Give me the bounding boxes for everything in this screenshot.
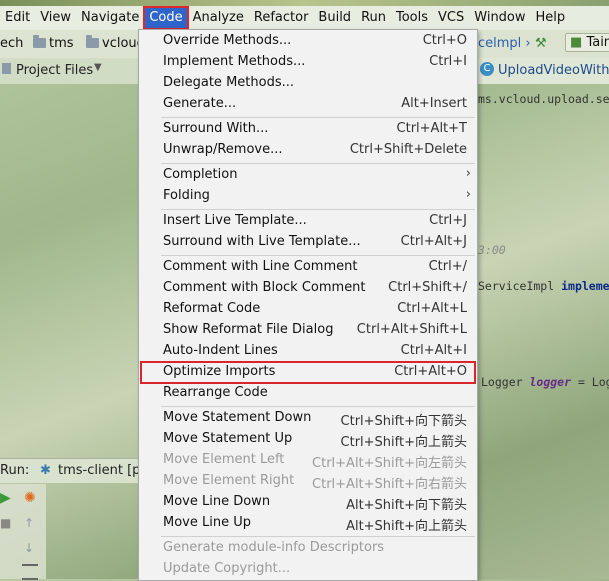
menu-item-folding[interactable]: Folding › <box>139 186 477 207</box>
menu-item-move-statement-down[interactable]: Move Statement Down Ctrl+Shift+向下箭头 <box>139 408 477 429</box>
menu-separator <box>161 117 475 118</box>
menu-item-move-line-down[interactable]: Move Line Down Alt+Shift+向下箭头 <box>139 492 477 513</box>
menu-item-move-element-right: Move Element Right Ctrl+Alt+Shift+向右箭头 <box>163 473 467 492</box>
menu-item-block-comment[interactable]: Comment with Block Comment Ctrl+Shift+/ <box>139 278 477 299</box>
menu-item-optimize-imports[interactable]: Optimize Imports Ctrl+Alt+O <box>140 361 476 384</box>
menu-item-reformat-dialog[interactable]: Show Reformat File Dialog Ctrl+Alt+Shift+… <box>139 320 477 341</box>
menu-item-override-methods[interactable]: Override Methods... Ctrl+O <box>139 31 477 52</box>
breadcrumb-item[interactable]: vcloud <box>86 35 145 51</box>
menu-item-line-comment[interactable]: Comment with Line Comment Ctrl+/ <box>139 257 477 278</box>
menu-vcs[interactable]: VCS <box>433 7 469 29</box>
editor-tab[interactable]: UploadVideoWithR <box>498 63 609 78</box>
chevron-right-icon: › <box>465 187 471 202</box>
code-menu-dropdown: Override Methods... Ctrl+O Implement Meth… <box>138 29 478 581</box>
run-toolbar: ▶ ✺ ↑ ↓ ■ <box>0 484 46 580</box>
build-hammer-icon[interactable]: ⚒ <box>535 36 547 51</box>
menu-item-completion[interactable]: Completion › <box>139 165 477 186</box>
menu-view[interactable]: View <box>35 7 76 29</box>
folder-icon <box>86 35 99 48</box>
menu-separator <box>161 163 475 164</box>
menu-help[interactable]: Help <box>531 7 571 29</box>
code-line: ServiceImpl implement <box>478 279 609 293</box>
menu-item-insert-live-template[interactable]: Insert Live Template... Ctrl+J <box>139 211 477 232</box>
menu-separator <box>161 536 475 537</box>
breadcrumb-item[interactable]: ech <box>0 36 23 51</box>
project-icon <box>2 63 11 74</box>
breadcrumb-item[interactable]: celmpl › <box>478 36 531 51</box>
menu-tools[interactable]: Tools <box>391 7 433 29</box>
menu-item-implement-methods[interactable]: Implement Methods... Ctrl+I <box>139 52 477 73</box>
project-panel-header[interactable]: Project Files ▼ <box>0 58 140 84</box>
menu-item-generate[interactable]: Generate... Alt+Insert <box>139 94 477 115</box>
arrow-up-icon[interactable]: ↑ <box>24 516 34 530</box>
menu-item-move-element-left: Move Element Left Ctrl+Alt+Shift+向左箭头 <box>163 452 467 471</box>
menu-item-auto-indent[interactable]: Auto-Indent Lines Ctrl+Alt+I <box>139 341 477 362</box>
stop-icon[interactable]: ■ <box>0 516 11 530</box>
menu-build[interactable]: Build <box>313 7 356 29</box>
menu-code[interactable]: Code <box>143 6 189 30</box>
run-configuration-selector[interactable]: ■ Tain <box>565 33 609 52</box>
menu-navigate[interactable]: Navigate <box>76 7 144 29</box>
menu-item-surround-live-template[interactable]: Surround with Live Template... Ctrl+Alt+J <box>139 232 477 253</box>
menu-edit[interactable]: Edit <box>0 7 35 29</box>
folder-icon <box>33 35 46 48</box>
chevron-right-icon: › <box>465 166 471 181</box>
menu-window[interactable]: Window <box>469 7 530 29</box>
code-line: 3:00 <box>478 243 506 257</box>
menu-item-unwrap-remove[interactable]: Unwrap/Remove... Ctrl+Shift+Delete <box>139 140 477 161</box>
menu-separator <box>161 255 475 256</box>
menu-analyze[interactable]: Analyze <box>188 7 249 29</box>
menu-item-move-statement-up[interactable]: Move Statement Up Ctrl+Shift+向上箭头 <box>139 429 477 450</box>
menu-item-delegate-methods[interactable]: Delegate Methods... <box>139 73 477 94</box>
menu-item-rearrange-code[interactable]: Rearrange Code <box>139 383 477 404</box>
wrap-icon[interactable] <box>22 564 38 580</box>
menu-separator <box>161 406 475 407</box>
run-tab[interactable]: tms-client [pa <box>58 463 148 478</box>
code-line: Logger logger = Logge <box>481 375 609 389</box>
menu-refactor[interactable]: Refactor <box>249 7 314 29</box>
menu-item-move-line-up[interactable]: Move Line Up Alt+Shift+向上箭头 <box>139 513 477 534</box>
project-view-label: Project Files <box>16 63 94 78</box>
editor-tab-bar: C UploadVideoWithR <box>470 58 609 84</box>
menu-item-reformat-code[interactable]: Reformat Code Ctrl+Alt+L <box>139 299 477 320</box>
class-icon: C <box>480 62 494 76</box>
config-icon: ■ <box>570 35 583 50</box>
menu-run[interactable]: Run <box>356 7 391 29</box>
gear-icon: ✱ <box>40 463 51 478</box>
breadcrumb-item[interactable]: tms <box>33 35 74 51</box>
menu-item-update-copyright: Update Copyright... <box>163 561 291 576</box>
run-label: Run: <box>0 463 30 478</box>
code-line: ms.vcloud.upload.servic <box>478 92 609 106</box>
menu-item-generate-module-info: Generate module-info Descriptors <box>163 540 385 555</box>
run-tool-window-header: Run: ✱ tms-client [pa <box>0 458 148 483</box>
chevron-down-icon[interactable]: ▼ <box>94 62 102 73</box>
menu-bar: Edit View Navigate Code Analyze Refactor… <box>0 6 609 30</box>
rerun-icon[interactable]: ▶ <box>0 490 11 506</box>
debug-icon[interactable]: ✺ <box>24 490 36 506</box>
menu-item-surround-with[interactable]: Surround With... Ctrl+Alt+T <box>139 119 477 140</box>
arrow-down-icon[interactable]: ↓ <box>24 541 34 555</box>
menu-separator <box>161 209 475 210</box>
